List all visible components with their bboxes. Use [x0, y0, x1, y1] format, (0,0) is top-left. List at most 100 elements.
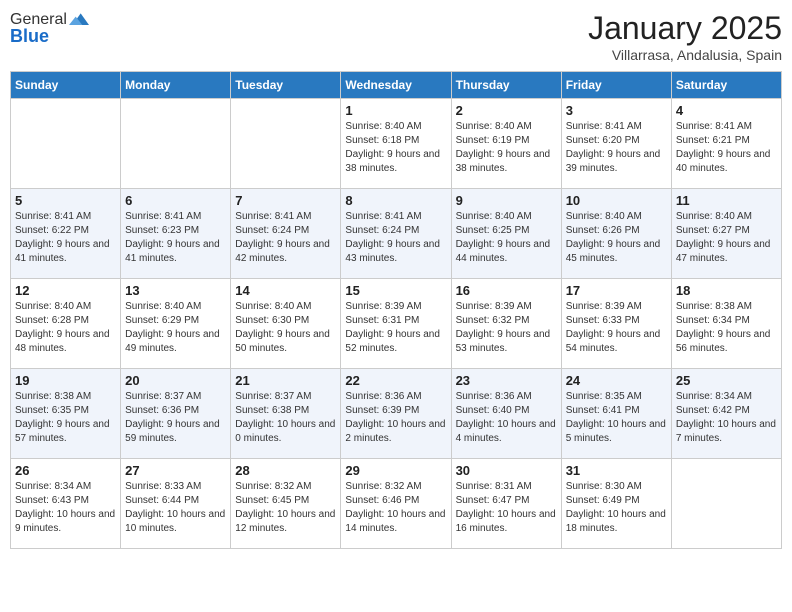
day-info: Sunrise: 8:35 AM Sunset: 6:41 PM Dayligh… — [566, 390, 667, 446]
day-number: 4 — [676, 103, 777, 118]
day-info: Sunrise: 8:37 AM Sunset: 6:36 PM Dayligh… — [125, 390, 226, 446]
day-info: Sunrise: 8:34 AM Sunset: 6:43 PM Dayligh… — [15, 480, 116, 536]
header-row: SundayMondayTuesdayWednesdayThursdayFrid… — [11, 72, 782, 99]
day-info: Sunrise: 8:39 AM Sunset: 6:32 PM Dayligh… — [456, 300, 557, 356]
calendar-cell: 31 Sunrise: 8:30 AM Sunset: 6:49 PM Dayli… — [561, 459, 671, 549]
day-info: Sunrise: 8:41 AM Sunset: 6:23 PM Dayligh… — [125, 210, 226, 266]
calendar-cell: 14Sunrise: 8:40 AM Sunset: 6:30 PM Dayli… — [231, 279, 341, 369]
day-number: 31 — [566, 463, 667, 478]
calendar-cell: 20 Sunrise: 8:37 AM Sunset: 6:36 PM Dayli… — [121, 369, 231, 459]
day-info: Sunrise: 8:40 AM Sunset: 6:18 PM Dayligh… — [345, 120, 446, 176]
calendar-cell: 11 Sunrise: 8:40 AM Sunset: 6:27 PM Dayli… — [671, 189, 781, 279]
title-block: January 2025 Villarrasa, Andalusia, Spai… — [588, 10, 782, 63]
calendar-table: SundayMondayTuesdayWednesdayThursdayFrid… — [10, 71, 782, 549]
day-number: 8 — [345, 193, 446, 208]
day-number: 25 — [676, 373, 777, 388]
calendar-cell: 9Sunrise: 8:40 AM Sunset: 6:25 PM Daylig… — [451, 189, 561, 279]
calendar-cell — [121, 99, 231, 189]
col-header-wednesday: Wednesday — [341, 72, 451, 99]
col-header-saturday: Saturday — [671, 72, 781, 99]
calendar-week-5: 26Sunrise: 8:34 AM Sunset: 6:43 PM Dayli… — [11, 459, 782, 549]
day-info: Sunrise: 8:41 AM Sunset: 6:24 PM Dayligh… — [235, 210, 336, 266]
day-info: Sunrise: 8:39 AM Sunset: 6:31 PM Dayligh… — [345, 300, 446, 356]
day-info: Sunrise: 8:40 AM Sunset: 6:29 PM Dayligh… — [125, 300, 226, 356]
calendar-week-4: 19 Sunrise: 8:38 AM Sunset: 6:35 PM Dayli… — [11, 369, 782, 459]
calendar-cell: 19 Sunrise: 8:38 AM Sunset: 6:35 PM Dayli… — [11, 369, 121, 459]
day-info: Sunrise: 8:40 AM Sunset: 6:26 PM Dayligh… — [566, 210, 667, 266]
day-info: Sunrise: 8:32 AM Sunset: 6:46 PM Dayligh… — [345, 480, 446, 536]
calendar-cell: 6Sunrise: 8:41 AM Sunset: 6:23 PM Daylig… — [121, 189, 231, 279]
day-info: Sunrise: 8:41 AM Sunset: 6:24 PM Dayligh… — [345, 210, 446, 266]
day-number: 22 — [345, 373, 446, 388]
calendar-cell: 24 Sunrise: 8:35 AM Sunset: 6:41 PM Dayli… — [561, 369, 671, 459]
calendar-cell: 27 Sunrise: 8:33 AM Sunset: 6:44 PM Dayli… — [121, 459, 231, 549]
day-number: 19 — [15, 373, 116, 388]
day-info: Sunrise: 8:40 AM Sunset: 6:19 PM Dayligh… — [456, 120, 557, 176]
col-header-monday: Monday — [121, 72, 231, 99]
day-info: Sunrise: 8:40 AM Sunset: 6:27 PM Dayligh… — [676, 210, 777, 266]
calendar-cell: 8 Sunrise: 8:41 AM Sunset: 6:24 PM Daylig… — [341, 189, 451, 279]
calendar-cell: 29Sunrise: 8:32 AM Sunset: 6:46 PM Dayli… — [341, 459, 451, 549]
day-number: 24 — [566, 373, 667, 388]
calendar-cell: 15 Sunrise: 8:39 AM Sunset: 6:31 PM Dayli… — [341, 279, 451, 369]
calendar-cell: 16 Sunrise: 8:39 AM Sunset: 6:32 PM Dayli… — [451, 279, 561, 369]
day-number: 1 — [345, 103, 446, 118]
day-number: 13 — [125, 283, 226, 298]
day-info: Sunrise: 8:41 AM Sunset: 6:20 PM Dayligh… — [566, 120, 667, 176]
calendar-cell: 5 Sunrise: 8:41 AM Sunset: 6:22 PM Daylig… — [11, 189, 121, 279]
calendar-week-3: 12Sunrise: 8:40 AM Sunset: 6:28 PM Dayli… — [11, 279, 782, 369]
day-info: Sunrise: 8:30 AM Sunset: 6:49 PM Dayligh… — [566, 480, 667, 536]
day-number: 2 — [456, 103, 557, 118]
day-number: 9 — [456, 193, 557, 208]
calendar-cell: 13 Sunrise: 8:40 AM Sunset: 6:29 PM Dayli… — [121, 279, 231, 369]
day-info: Sunrise: 8:41 AM Sunset: 6:22 PM Dayligh… — [15, 210, 116, 266]
day-info: Sunrise: 8:41 AM Sunset: 6:21 PM Dayligh… — [676, 120, 777, 176]
day-number: 3 — [566, 103, 667, 118]
calendar-cell — [671, 459, 781, 549]
logo-icon — [69, 10, 89, 30]
calendar-cell: 12Sunrise: 8:40 AM Sunset: 6:28 PM Dayli… — [11, 279, 121, 369]
calendar-cell: 7 Sunrise: 8:41 AM Sunset: 6:24 PM Daylig… — [231, 189, 341, 279]
calendar-cell: 22 Sunrise: 8:36 AM Sunset: 6:39 PM Dayli… — [341, 369, 451, 459]
col-header-sunday: Sunday — [11, 72, 121, 99]
day-number: 17 — [566, 283, 667, 298]
calendar-cell: 30 Sunrise: 8:31 AM Sunset: 6:47 PM Dayli… — [451, 459, 561, 549]
day-info: Sunrise: 8:34 AM Sunset: 6:42 PM Dayligh… — [676, 390, 777, 446]
calendar-cell: 21 Sunrise: 8:37 AM Sunset: 6:38 PM Dayli… — [231, 369, 341, 459]
day-number: 21 — [235, 373, 336, 388]
day-number: 18 — [676, 283, 777, 298]
day-info: Sunrise: 8:36 AM Sunset: 6:39 PM Dayligh… — [345, 390, 446, 446]
calendar-week-2: 5 Sunrise: 8:41 AM Sunset: 6:22 PM Daylig… — [11, 189, 782, 279]
day-number: 20 — [125, 373, 226, 388]
col-header-tuesday: Tuesday — [231, 72, 341, 99]
calendar-cell: 23Sunrise: 8:36 AM Sunset: 6:40 PM Dayli… — [451, 369, 561, 459]
calendar-cell — [231, 99, 341, 189]
calendar-cell: 3 Sunrise: 8:41 AM Sunset: 6:20 PM Daylig… — [561, 99, 671, 189]
day-info: Sunrise: 8:31 AM Sunset: 6:47 PM Dayligh… — [456, 480, 557, 536]
day-number: 5 — [15, 193, 116, 208]
calendar-cell: 2 Sunrise: 8:40 AM Sunset: 6:19 PM Daylig… — [451, 99, 561, 189]
calendar-cell: 28Sunrise: 8:32 AM Sunset: 6:45 PM Dayli… — [231, 459, 341, 549]
calendar-cell: 17 Sunrise: 8:39 AM Sunset: 6:33 PM Dayli… — [561, 279, 671, 369]
col-header-friday: Friday — [561, 72, 671, 99]
day-info: Sunrise: 8:39 AM Sunset: 6:33 PM Dayligh… — [566, 300, 667, 356]
day-number: 16 — [456, 283, 557, 298]
month-title: January 2025 — [588, 10, 782, 47]
calendar-cell: 1 Sunrise: 8:40 AM Sunset: 6:18 PM Daylig… — [341, 99, 451, 189]
day-number: 7 — [235, 193, 336, 208]
day-number: 10 — [566, 193, 667, 208]
day-info: Sunrise: 8:38 AM Sunset: 6:35 PM Dayligh… — [15, 390, 116, 446]
location: Villarrasa, Andalusia, Spain — [588, 47, 782, 63]
calendar-cell — [11, 99, 121, 189]
calendar-week-1: 1 Sunrise: 8:40 AM Sunset: 6:18 PM Daylig… — [11, 99, 782, 189]
day-number: 14 — [235, 283, 336, 298]
logo: General Blue — [10, 10, 89, 47]
day-info: Sunrise: 8:33 AM Sunset: 6:44 PM Dayligh… — [125, 480, 226, 536]
day-info: Sunrise: 8:40 AM Sunset: 6:28 PM Dayligh… — [15, 300, 116, 356]
col-header-thursday: Thursday — [451, 72, 561, 99]
day-number: 11 — [676, 193, 777, 208]
day-info: Sunrise: 8:37 AM Sunset: 6:38 PM Dayligh… — [235, 390, 336, 446]
day-number: 30 — [456, 463, 557, 478]
day-number: 27 — [125, 463, 226, 478]
day-number: 15 — [345, 283, 446, 298]
